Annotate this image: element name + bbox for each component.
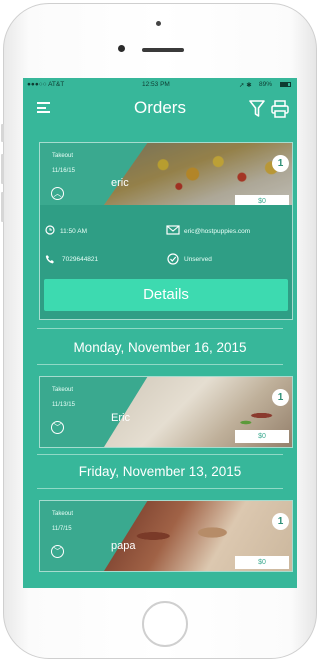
printer-icon[interactable]: [271, 100, 289, 118]
envelope-icon: [166, 225, 180, 235]
section-divider: [37, 328, 283, 329]
volume-down-button: [1, 192, 4, 222]
order-price: $0: [235, 195, 289, 205]
order-card[interactable]: Takeout 11/13/15 ﹀ Eric 1 $0: [39, 376, 293, 448]
order-price: $0: [235, 430, 289, 443]
item-count-badge: 1: [272, 389, 289, 406]
item-count-badge: 1: [272, 513, 289, 530]
earpiece-speaker: [142, 48, 184, 52]
order-status: Unserved: [184, 256, 212, 263]
order-header[interactable]: Takeout 11/13/15 ﹀ Eric 1 $0: [40, 377, 292, 447]
funnel-filter-icon[interactable]: [249, 100, 265, 118]
order-type: Takeout: [52, 153, 74, 159]
section-divider: [37, 454, 283, 455]
chevron-down-icon[interactable]: ﹀: [51, 421, 64, 434]
check-circle-icon: [167, 253, 179, 265]
mute-switch: [1, 124, 4, 142]
order-card[interactable]: Takeout 11/7/15 ﹀ papa 1 $0: [39, 500, 293, 572]
customer-name: eric: [111, 177, 129, 189]
item-count-badge: 1: [272, 155, 289, 172]
customer-name: papa: [111, 540, 136, 552]
phone-icon: [45, 255, 54, 264]
customer-email[interactable]: eric@hostpuppies.com: [184, 228, 250, 235]
status-bar: ●●●○○ AT&T 12:53 PM ➚ ✱ 89%: [23, 78, 297, 92]
order-date: 11/7/15: [52, 526, 72, 532]
chevron-down-icon[interactable]: ﹀: [51, 545, 64, 558]
battery-icon: [280, 82, 291, 87]
date-header: Monday, November 16, 2015: [73, 340, 247, 355]
app-screen: ●●●○○ AT&T 12:53 PM ➚ ✱ 89% Orders Takeo…: [23, 78, 297, 588]
order-header[interactable]: Takeout 11/7/15 ﹀ papa 1 $0: [40, 501, 292, 571]
battery-percent: 89%: [259, 81, 273, 88]
customer-name: Eric: [111, 412, 130, 424]
customer-phone[interactable]: 7029644821: [62, 256, 98, 263]
order-header[interactable]: Takeout 11/16/15 ︿ eric 1 $0: [40, 143, 292, 205]
front-camera: [118, 45, 125, 52]
carrier-label: ●●●○○ AT&T: [27, 81, 65, 88]
order-type: Takeout: [52, 387, 74, 393]
home-button[interactable]: [142, 601, 188, 647]
clock: 12:53 PM: [142, 81, 170, 88]
order-date: 11/16/15: [52, 168, 75, 174]
proximity-sensor: [156, 21, 161, 26]
nav-bar: Orders: [23, 92, 297, 126]
volume-up-button: [1, 154, 4, 184]
order-card-expanded[interactable]: Takeout 11/16/15 ︿ eric 1 $0 11:50 AM er…: [39, 142, 293, 320]
section-divider: [37, 364, 283, 365]
section-divider: [37, 488, 283, 489]
date-header: Friday, November 13, 2015: [78, 464, 242, 479]
order-price: $0: [235, 556, 289, 569]
clock-icon: [45, 225, 55, 235]
details-button[interactable]: Details: [44, 279, 288, 311]
location-bluetooth-icon: ➚ ✱: [239, 82, 252, 89]
order-time: 11:50 AM: [60, 228, 87, 235]
chevron-up-icon[interactable]: ︿: [51, 187, 64, 200]
order-date: 11/13/15: [52, 402, 75, 408]
order-type: Takeout: [52, 511, 74, 517]
